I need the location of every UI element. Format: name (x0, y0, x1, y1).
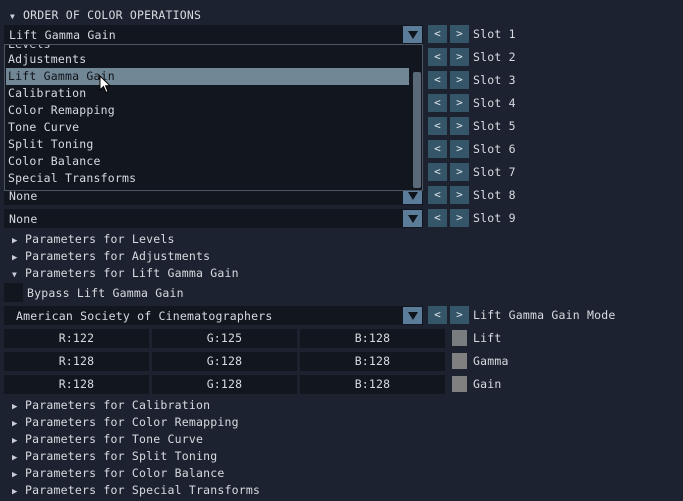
slot-5-label: Slot 5 (473, 119, 516, 133)
mode-next-button[interactable]: > (450, 306, 469, 324)
parameters-tone-curve-header[interactable]: ▶ Parameters for Tone Curve (12, 432, 203, 448)
slot-9-next-button[interactable]: > (450, 209, 469, 227)
slot-3-prev-button[interactable]: < (428, 71, 447, 89)
section-header-order-of-color-operations[interactable]: ▼ ORDER OF COLOR OPERATIONS (10, 8, 201, 22)
bypass-lift-gamma-gain-label: Bypass Lift Gamma Gain (27, 286, 184, 300)
lift-g-field[interactable]: G:125 (152, 329, 297, 348)
expand-arrow-icon: ▶ (12, 236, 18, 246)
slot-8-label: Slot 8 (473, 188, 516, 202)
parameters-tone-curve-label: Parameters for Tone Curve (25, 432, 204, 446)
dropdown-arrow-icon[interactable] (403, 26, 422, 43)
lift-b-field[interactable]: B:128 (300, 329, 445, 348)
gamma-b-field[interactable]: B:128 (300, 352, 445, 371)
expand-arrow-icon: ▶ (12, 419, 18, 429)
dropdown-item-lift-gamma-gain[interactable]: Lift Gamma Gain (6, 68, 409, 85)
lift-gamma-gain-mode-value: American Society of Cinematographers (16, 309, 273, 323)
gamma-g-field[interactable]: G:128 (152, 352, 297, 371)
dropdown-item-adjustments[interactable]: Adjustments (8, 51, 86, 68)
parameters-levels-label: Parameters for Levels (25, 232, 175, 246)
collapse-arrow-icon: ▼ (10, 12, 16, 21)
slot-9-prev-button[interactable]: < (428, 209, 447, 227)
parameters-color-remapping-header[interactable]: ▶ Parameters for Color Remapping (12, 415, 239, 431)
gamma-r-field[interactable]: R:128 (4, 352, 149, 371)
parameters-calibration-label: Parameters for Calibration (25, 398, 211, 412)
mouse-cursor-icon (99, 75, 111, 94)
parameters-special-transforms-header[interactable]: ▶ Parameters for Special Transforms (12, 483, 260, 499)
slot-7-next-button[interactable]: > (450, 163, 469, 181)
dropdown-scrollbar[interactable] (411, 45, 422, 190)
slot-8-next-button[interactable]: > (450, 186, 469, 204)
lift-gamma-gain-mode-label: Lift Gamma Gain Mode (473, 308, 616, 322)
dropdown-item-calibration[interactable]: Calibration (8, 85, 86, 102)
slot-9-combo[interactable]: None (4, 209, 423, 228)
parameters-adjustments-label: Parameters for Adjustments (25, 249, 211, 263)
parameters-levels-header[interactable]: ▶ Parameters for Levels (12, 232, 175, 248)
parameters-split-toning-header[interactable]: ▶ Parameters for Split Toning (12, 449, 217, 465)
slot-5-prev-button[interactable]: < (428, 117, 447, 135)
parameters-calibration-header[interactable]: ▶ Parameters for Calibration (12, 398, 210, 414)
slot-8-prev-button[interactable]: < (428, 186, 447, 204)
dropdown-item-color-balance[interactable]: Color Balance (8, 153, 101, 170)
slot-3-next-button[interactable]: > (450, 71, 469, 89)
slot-9-value: None (9, 212, 38, 226)
dropdown-scrollbar-thumb[interactable] (413, 72, 421, 188)
slot-7-prev-button[interactable]: < (428, 163, 447, 181)
parameters-lift-gamma-gain-header[interactable]: ▼ Parameters for Lift Gamma Gain (12, 266, 239, 282)
slot-6-next-button[interactable]: > (450, 140, 469, 158)
lift-label: Lift (473, 331, 502, 345)
parameters-color-remapping-label: Parameters for Color Remapping (25, 415, 239, 429)
lift-gamma-gain-mode-combo[interactable]: American Society of Cinematographers (4, 306, 423, 325)
lift-r-field[interactable]: R:122 (4, 329, 149, 348)
mode-prev-button[interactable]: < (428, 306, 447, 324)
slot-1-combo[interactable]: Lift Gamma Gain (4, 25, 423, 44)
dropdown-arrow-icon[interactable] (403, 210, 422, 227)
gain-color-swatch[interactable] (452, 376, 467, 392)
gamma-color-swatch[interactable] (452, 353, 467, 369)
dropdown-item-color-remapping[interactable]: Color Remapping (8, 102, 115, 119)
slot-5-next-button[interactable]: > (450, 117, 469, 135)
dropdown-item-special-transforms[interactable]: Special Transforms (8, 170, 136, 187)
section-title: ORDER OF COLOR OPERATIONS (23, 8, 202, 22)
slot-1-dropdown-list[interactable]: Levels Adjustments Lift Gamma Gain Calibra… (4, 44, 423, 191)
gain-r-field[interactable]: R:128 (4, 375, 149, 394)
expand-arrow-icon: ▶ (12, 253, 18, 263)
slot-2-prev-button[interactable]: < (428, 48, 447, 66)
dropdown-item-split-toning[interactable]: Split Toning (8, 136, 93, 153)
gain-g-field[interactable]: G:128 (152, 375, 297, 394)
gamma-label: Gamma (473, 354, 509, 368)
slot-4-label: Slot 4 (473, 96, 516, 110)
slot-2-next-button[interactable]: > (450, 48, 469, 66)
expand-arrow-icon: ▶ (12, 402, 18, 412)
slot-6-prev-button[interactable]: < (428, 140, 447, 158)
parameters-split-toning-label: Parameters for Split Toning (25, 449, 218, 463)
gain-b-field[interactable]: B:128 (300, 375, 445, 394)
slot-4-prev-button[interactable]: < (428, 94, 447, 112)
slot-9-label: Slot 9 (473, 211, 516, 225)
gain-label: Gain (473, 377, 502, 391)
expand-arrow-icon: ▶ (12, 487, 18, 497)
dropdown-arrow-icon[interactable] (403, 307, 422, 324)
parameters-adjustments-header[interactable]: ▶ Parameters for Adjustments (12, 249, 210, 265)
slot-4-next-button[interactable]: > (450, 94, 469, 112)
slot-6-label: Slot 6 (473, 142, 516, 156)
parameters-color-balance-header[interactable]: ▶ Parameters for Color Balance (12, 466, 224, 482)
parameters-special-transforms-label: Parameters for Special Transforms (25, 483, 261, 497)
slot-1-next-button[interactable]: > (450, 25, 469, 43)
slot-3-label: Slot 3 (473, 73, 516, 87)
slot-1-value: Lift Gamma Gain (9, 28, 116, 42)
slot-1-prev-button[interactable]: < (428, 25, 447, 43)
dropdown-item-tone-curve[interactable]: Tone Curve (8, 119, 79, 136)
bypass-lift-gamma-gain-checkbox[interactable] (4, 283, 23, 302)
expand-arrow-icon: ▶ (12, 436, 18, 446)
expand-arrow-icon: ▶ (12, 470, 18, 480)
slot-1-label: Slot 1 (473, 27, 516, 41)
lift-color-swatch[interactable] (452, 330, 467, 346)
slot-7-label: Slot 7 (473, 165, 516, 179)
parameters-color-balance-label: Parameters for Color Balance (25, 466, 225, 480)
expand-arrow-icon: ▶ (12, 453, 18, 463)
parameters-lift-gamma-gain-label: Parameters for Lift Gamma Gain (25, 266, 239, 280)
slot-2-label: Slot 2 (473, 50, 516, 64)
collapse-arrow-icon: ▼ (12, 270, 18, 279)
